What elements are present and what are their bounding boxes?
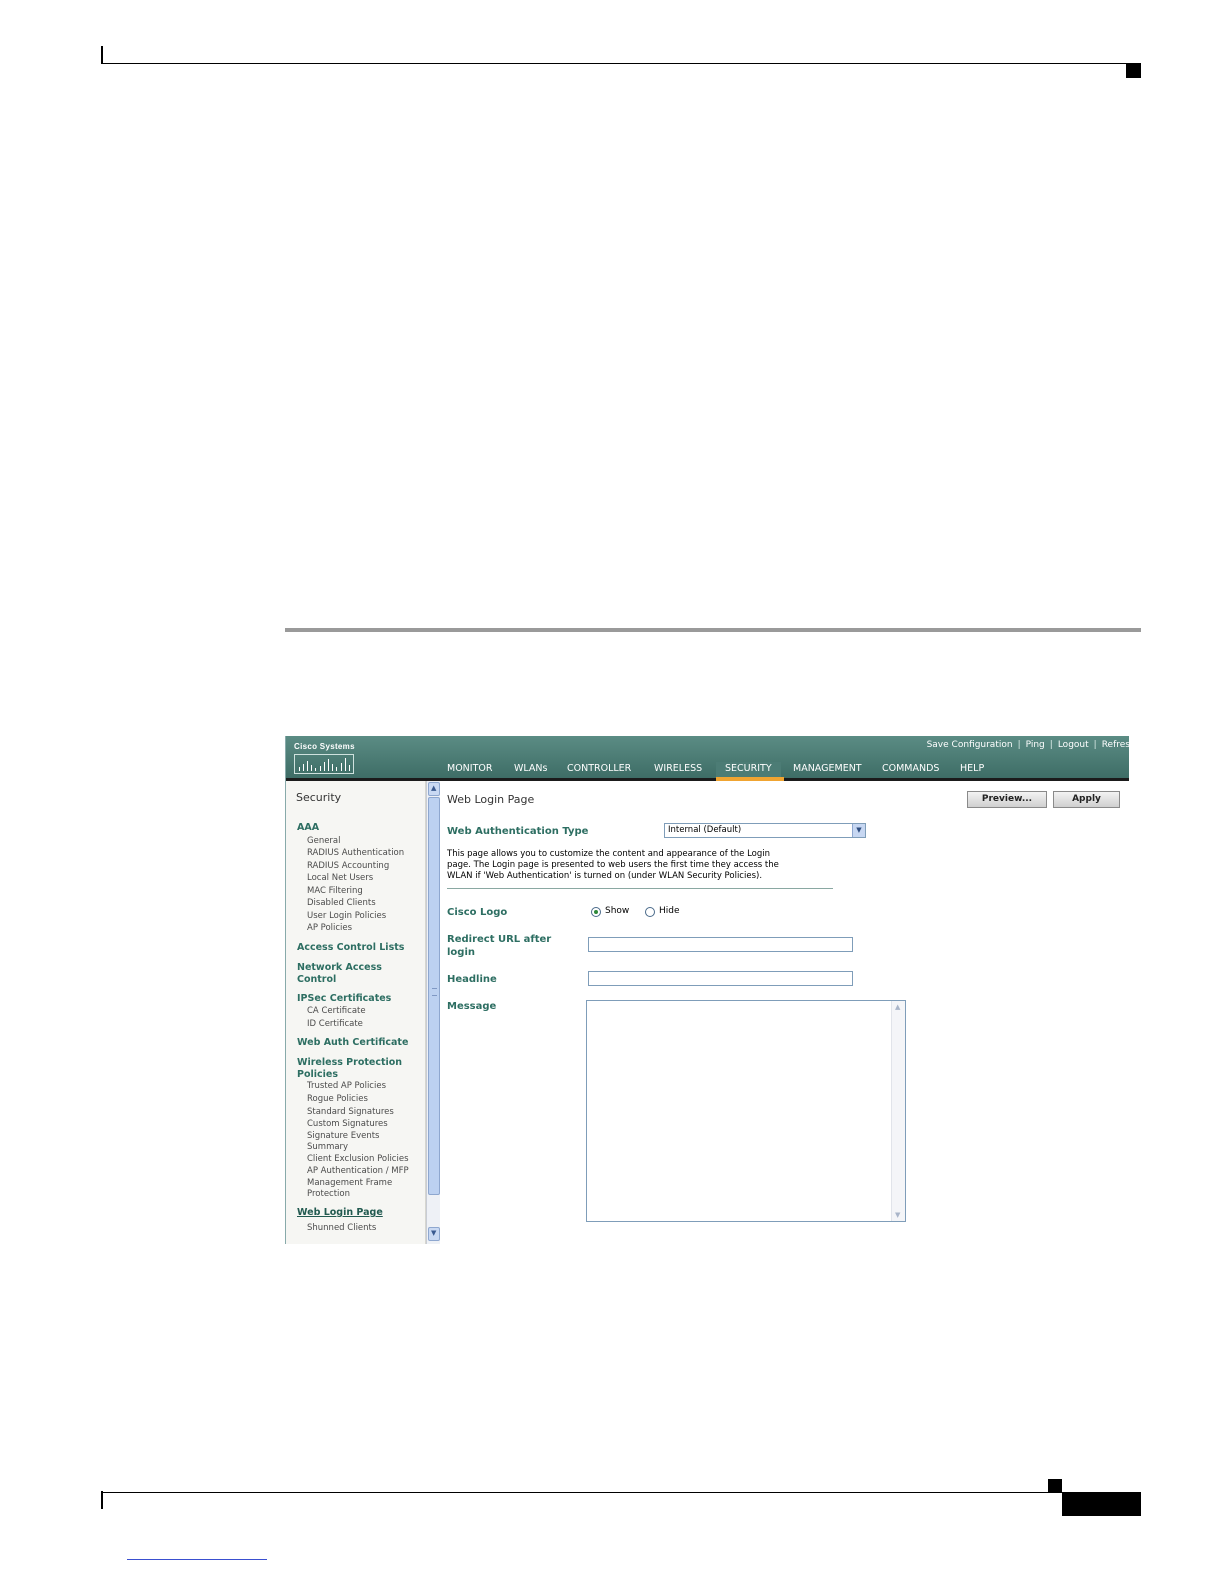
sidebar-item-summary[interactable]: Summary [307,1142,348,1153]
sidebar-network-access-control-line2[interactable]: Control [297,974,422,986]
chevron-down-icon: ▼ [895,1211,901,1219]
logout-link[interactable]: Logout [1058,740,1089,750]
logo-bars-icon [294,754,354,774]
sidebar: Security AAA General RADIUS Authenticati… [286,781,426,1244]
sidebar-network-access-control-line1[interactable]: Network Access [297,962,422,974]
scrollbar-thumb[interactable] [428,797,440,1195]
save-configuration-link[interactable]: Save Configuration [927,740,1013,750]
ping-link[interactable]: Ping [1026,740,1045,750]
logo-text: Cisco Systems [294,742,355,751]
sidebar-item-general[interactable]: General [307,836,341,847]
redirect-url-label-line2: login [447,947,476,958]
sidebar-scrollbar[interactable]: ▲ ▼ [426,781,440,1244]
cisco-logo-hide-radio[interactable] [645,907,655,917]
section-rule [285,628,1141,632]
scroll-up-button[interactable]: ▲ [428,782,440,796]
description-line: WLAN if 'Web Authentication' is turned o… [447,871,763,881]
nav-controller[interactable]: CONTROLLER [567,762,631,778]
apply-button[interactable]: Apply [1053,791,1120,808]
sidebar-aaa[interactable]: AAA [297,822,422,834]
sidebar-item-management-frame[interactable]: Management Frame [307,1178,392,1189]
nav-management[interactable]: MANAGEMENT [793,762,862,778]
cisco-logo-show-radio[interactable] [591,907,601,917]
page-title: Web Login Page [447,793,535,806]
sidebar-item-ap-policies[interactable]: AP Policies [307,923,352,934]
sidebar-item-standard-signatures[interactable]: Standard Signatures [307,1107,394,1118]
sidebar-item-shunned-clients[interactable]: Shunned Clients [307,1223,376,1234]
description: This page allows you to customize the co… [447,849,832,882]
sidebar-item-client-exclusion-policies[interactable]: Client Exclusion Policies [307,1154,409,1165]
message-scrollbar[interactable]: ▲ ▼ [891,1001,905,1221]
sidebar-item-rogue-policies[interactable]: Rogue Policies [307,1094,368,1105]
sidebar-item-ap-authentication-mfp[interactable]: AP Authentication / MFP [307,1166,409,1177]
headline-label: Headline [447,974,497,985]
message-textarea[interactable]: ▲ ▼ [586,1000,906,1222]
redirect-url-label-line1: Redirect URL after [447,934,552,945]
footer-link-underline [127,1559,267,1560]
page-top-tick [101,46,103,64]
sidebar-web-login-page[interactable]: Web Login Page [297,1207,422,1219]
sidebar-item-local-net-users[interactable]: Local Net Users [307,873,373,884]
main-content: Web Login Page Preview... Apply Web Auth… [440,781,1129,1244]
page-bottom-marker [1048,1479,1062,1493]
app-header: Cisco Systems Save Configuration | Ping | Lo… [286,736,1129,778]
redirect-url-input[interactable] [588,937,853,952]
chevron-up-icon: ▲ [431,784,437,792]
chevron-up-icon: ▲ [895,1003,901,1011]
page-top-rule [101,63,1141,64]
page-top-marker [1126,64,1141,78]
page-bottom-tick [101,1491,103,1509]
top-links: Save Configuration | Ping | Logout | Refres [926,740,1129,750]
page-number-tab [1062,1493,1141,1516]
auth-type-value: Internal (Default) [668,825,742,835]
page-bottom-rule [101,1492,1141,1493]
auth-type-label: Web Authentication Type [447,826,589,837]
grip-icon [432,988,437,996]
sidebar-access-control-lists[interactable]: Access Control Lists [297,942,422,954]
sidebar-web-auth-certificate[interactable]: Web Auth Certificate [297,1037,422,1049]
cisco-logo: Cisco Systems [294,742,355,774]
nav-help[interactable]: HELP [960,762,984,778]
sidebar-item-user-login-policies[interactable]: User Login Policies [307,911,386,922]
divider [447,888,833,889]
chevron-down-icon[interactable]: ▼ [852,824,865,837]
auth-type-select[interactable]: Internal (Default) ▼ [664,823,866,838]
scroll-down-button[interactable]: ▼ [428,1227,440,1241]
sidebar-item-mac-filtering[interactable]: MAC Filtering [307,886,363,897]
sidebar-item-radius-authentication[interactable]: RADIUS Authentication [307,848,404,859]
sidebar-item-custom-signatures[interactable]: Custom Signatures [307,1119,388,1130]
nav-wireless[interactable]: WIRELESS [654,762,702,778]
show-label: Show [605,906,630,916]
sidebar-item-trusted-ap-policies[interactable]: Trusted AP Policies [307,1081,386,1092]
description-line: This page allows you to customize the co… [447,849,771,859]
sidebar-item-radius-accounting[interactable]: RADIUS Accounting [307,861,389,872]
headline-input[interactable] [588,971,853,986]
preview-button[interactable]: Preview... [967,791,1047,808]
cisco-logo-label: Cisco Logo [447,907,508,918]
nav-commands[interactable]: COMMANDS [882,762,939,778]
hide-label: Hide [659,906,680,916]
nav-wlans[interactable]: WLANs [514,762,547,778]
nav-security[interactable]: SECURITY [716,762,781,778]
sidebar-item-id-certificate[interactable]: ID Certificate [307,1019,363,1030]
controller-screenshot: Cisco Systems Save Configuration | Ping | Lo… [285,736,1129,1244]
sidebar-ipsec-certificates[interactable]: IPSec Certificates [297,993,422,1005]
sidebar-item-signature-events[interactable]: Signature Events [307,1131,380,1142]
message-label: Message [447,1001,497,1012]
sidebar-item-disabled-clients[interactable]: Disabled Clients [307,898,376,909]
sidebar-wireless-protection-line1[interactable]: Wireless Protection [297,1057,422,1069]
sidebar-title: Security [296,791,342,804]
sidebar-item-ca-certificate[interactable]: CA Certificate [307,1006,366,1017]
description-line: page. The Login page is presented to web… [447,860,779,870]
sidebar-item-protection[interactable]: Protection [307,1189,350,1200]
chevron-down-icon: ▼ [431,1229,437,1237]
refresh-link[interactable]: Refres [1102,740,1129,750]
nav-monitor[interactable]: MONITOR [447,762,492,778]
sidebar-wireless-protection-line2[interactable]: Policies [297,1069,422,1081]
